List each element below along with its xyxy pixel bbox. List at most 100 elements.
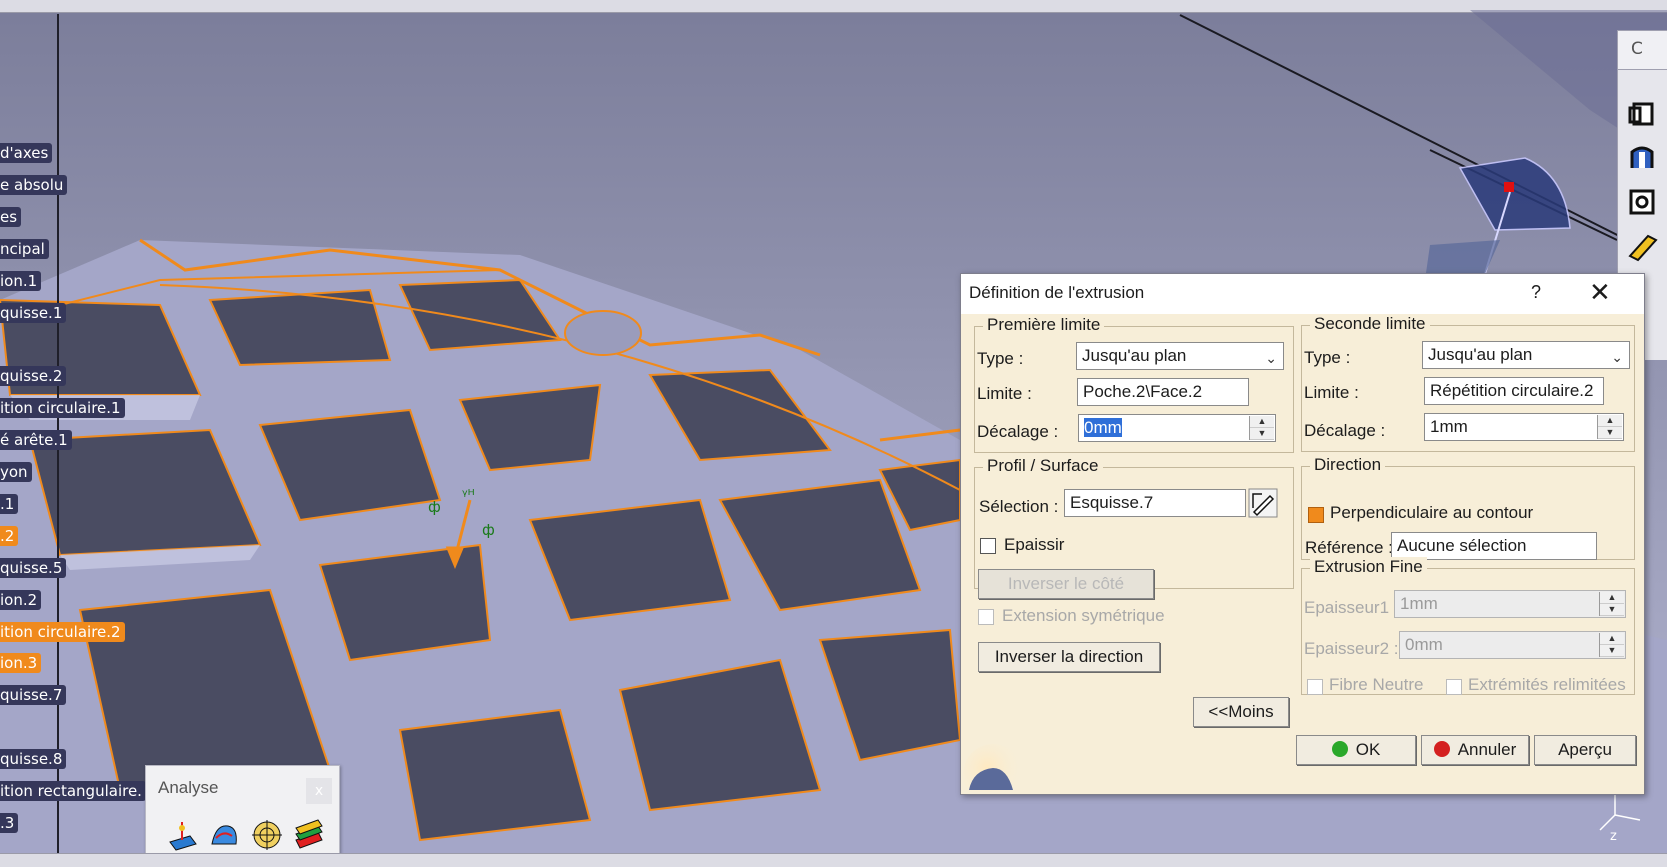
dialog-title-bar[interactable]: Définition de l'extrusion ? ✕ <box>961 274 1644 314</box>
second-limit-group-label: Seconde limite <box>1310 314 1430 334</box>
first-offset-value: 0mm <box>1084 418 1122 437</box>
second-offset-field[interactable]: 1mm ▲ ▼ <box>1424 413 1624 441</box>
profile-selection-field[interactable]: Esquisse.7 <box>1064 489 1246 517</box>
preview-button[interactable]: Aperçu <box>1534 735 1636 765</box>
second-type-value: Jusqu'au plan <box>1428 345 1533 364</box>
logo-globe-icon <box>963 744 1023 792</box>
ok-indicator-icon <box>1331 741 1348 757</box>
tree-node[interactable]: es <box>0 206 22 227</box>
right-toolbar-header: C <box>1617 30 1667 70</box>
reference-label: Référence : <box>1305 538 1393 557</box>
analyse-toolbar-close-button[interactable]: x <box>306 778 332 804</box>
curvature-analysis-icon[interactable] <box>208 818 242 852</box>
merge-ends-checkbox[interactable] <box>1446 679 1462 695</box>
status-bar <box>0 853 1667 867</box>
cancel-button[interactable]: Annuler <box>1421 735 1529 765</box>
tree-node[interactable]: e absolu <box>0 174 68 195</box>
svg-text:ᵞᴴ: ᵞᴴ <box>462 486 475 504</box>
reference-field[interactable]: Aucune sélection <box>1391 532 1597 560</box>
thickness-analysis-icon[interactable] <box>292 818 326 852</box>
sketch-edit-icon[interactable] <box>1248 488 1278 518</box>
thickness2-spinner[interactable]: ▲ ▼ <box>1599 633 1624 657</box>
neutral-fiber-checkbox[interactable] <box>1307 679 1323 695</box>
svg-text:z: z <box>1610 829 1617 844</box>
right-toolbar-label: C <box>1631 39 1643 59</box>
chevron-down-icon: ⌄ <box>1265 350 1277 366</box>
tree-node[interactable]: ion.1 <box>0 270 42 291</box>
tree-node[interactable]: quisse.2 <box>0 366 67 387</box>
tree-node[interactable]: quisse.5 <box>0 557 67 578</box>
cancel-indicator-icon <box>1433 741 1450 757</box>
second-type-select[interactable]: Jusqu'au plan ⌄ <box>1422 341 1630 369</box>
rib-icon[interactable] <box>1626 230 1658 262</box>
tree-node[interactable]: ition circulaire.2 <box>0 621 125 642</box>
analyse-toolbar-title: Analyse <box>158 778 219 797</box>
symmetric-extension-checkbox[interactable] <box>978 609 994 625</box>
selection-label: Sélection : <box>979 497 1059 516</box>
first-offset-field[interactable]: 0mm ▲ ▼ <box>1078 414 1276 442</box>
symmetric-extension-label: Extension symétrique <box>1002 606 1165 625</box>
groove-icon[interactable] <box>1626 142 1658 174</box>
ok-button[interactable]: OK <box>1296 735 1416 765</box>
tree-node[interactable]: yon <box>0 462 32 482</box>
tree-node[interactable]: ition rectangulaire. <box>0 781 146 801</box>
tree-node[interactable]: ition circulaire.1 <box>0 398 125 419</box>
extrusion-definition-dialog: Définition de l'extrusion ? ✕ Première l… <box>960 273 1645 795</box>
draft-analysis-icon[interactable] <box>166 818 200 852</box>
normal-to-profile-checkbox[interactable] <box>1308 507 1324 523</box>
first-offset-spinner[interactable]: ▲ ▼ <box>1249 416 1274 440</box>
thickness2-label: Epaisseur2 : <box>1304 639 1399 658</box>
pad-icon[interactable] <box>1626 98 1658 130</box>
second-offset-value: 1mm <box>1430 417 1468 436</box>
analyse-toolbar[interactable]: Analyse x <box>145 765 340 861</box>
second-limit-field[interactable]: Répétition circulaire.2 <box>1424 377 1604 405</box>
thickness2-field[interactable]: 0mm ▲ ▼ <box>1399 631 1626 659</box>
direction-group-label: Direction <box>1310 455 1386 475</box>
svg-text:ф: ф <box>428 498 441 516</box>
first-type-select[interactable]: Jusqu'au plan ⌄ <box>1076 342 1284 370</box>
tree-node[interactable]: é arête.1 <box>0 430 72 451</box>
tree-node[interactable]: .2 <box>0 525 19 546</box>
thickness1-spinner[interactable]: ▲ ▼ <box>1599 592 1624 616</box>
second-offset-spinner[interactable]: ▲ ▼ <box>1597 415 1622 439</box>
porcupine-analysis-icon[interactable] <box>250 818 284 852</box>
normal-to-profile-label: Perpendiculaire au contour <box>1330 503 1534 522</box>
tree-node[interactable]: quisse.1 <box>0 302 67 323</box>
close-button[interactable]: ✕ <box>1589 277 1611 308</box>
second-limit-label: Limite : <box>1304 383 1359 402</box>
tree-node[interactable]: quisse.7 <box>0 685 67 706</box>
help-button[interactable]: ? <box>1531 282 1541 303</box>
reverse-side-button[interactable]: Inverser le côté <box>978 569 1154 599</box>
less-button[interactable]: <<Moins <box>1193 697 1289 727</box>
thickness2-value: 0mm <box>1405 635 1443 654</box>
ok-label: OK <box>1355 740 1381 759</box>
merge-ends-label: Extrémités relimitées <box>1468 675 1626 694</box>
neutral-fiber-label: Fibre Neutre <box>1329 675 1424 694</box>
first-limit-field[interactable]: Poche.2\Face.2 <box>1077 378 1249 406</box>
cancel-label: Annuler <box>1457 740 1517 759</box>
tree-node[interactable]: d'axes <box>0 143 53 163</box>
tree-node[interactable]: ion.2 <box>0 589 42 610</box>
thickness1-value: 1mm <box>1400 594 1438 613</box>
thickness1-field[interactable]: 1mm ▲ ▼ <box>1394 590 1626 618</box>
pocket-icon[interactable] <box>1626 186 1658 218</box>
first-limit-group-label: Première limite <box>983 315 1105 335</box>
reverse-direction-button[interactable]: Inverser la direction <box>978 642 1160 672</box>
svg-text:ф: ф <box>482 521 495 539</box>
tree-node[interactable]: quisse.8 <box>0 749 67 770</box>
second-offset-label: Décalage : <box>1304 421 1386 440</box>
profile-group-label: Profil / Surface <box>983 456 1103 476</box>
thicken-checkbox[interactable] <box>980 538 996 554</box>
first-type-value: Jusqu'au plan <box>1082 346 1187 365</box>
tree-node[interactable]: .1 <box>0 493 19 514</box>
tree-node[interactable]: ncipal <box>0 238 49 259</box>
tree-node[interactable]: ion.3 <box>0 653 42 674</box>
thin-extrusion-group-label: Extrusion Fine <box>1310 557 1427 577</box>
dialog-title: Définition de l'extrusion <box>969 283 1145 302</box>
thickness1-label: Epaisseur1 : <box>1304 598 1399 617</box>
first-limit-label: Limite : <box>977 384 1032 403</box>
tree-node[interactable]: .3 <box>0 812 19 833</box>
thicken-label: Epaissir <box>1004 535 1065 554</box>
first-offset-label: Décalage : <box>977 422 1059 441</box>
first-type-label: Type : <box>977 349 1024 368</box>
